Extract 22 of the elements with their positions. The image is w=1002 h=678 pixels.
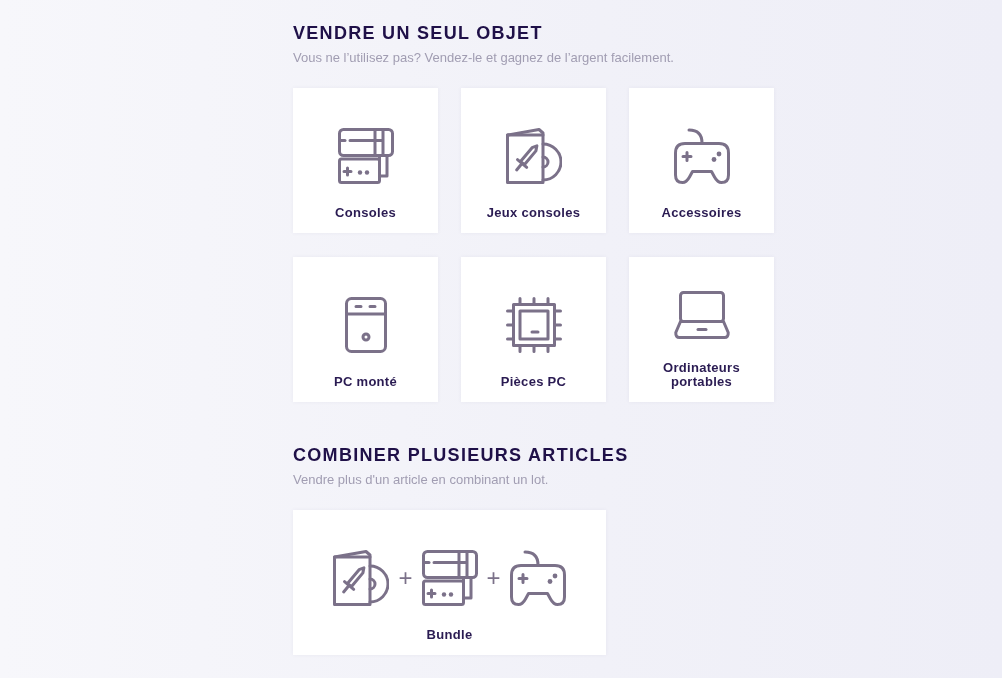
category-card[interactable]: Jeux consoles <box>461 88 606 233</box>
section-title: COMBINER PLUSIEURS ARTICLES <box>293 444 629 466</box>
plus-sign: + <box>486 566 501 590</box>
pc-tower-icon <box>344 297 387 353</box>
gamepad-icon <box>673 128 730 184</box>
game-case-disc-icon <box>505 128 562 184</box>
game-case-disc-icon <box>333 550 390 606</box>
section-subtitle: Vous ne l’utilisez pas? Vendez-le et gagnez de l’argent facilement. <box>293 50 675 66</box>
category-card[interactable]: Consoles <box>293 88 438 233</box>
category-card[interactable]: Accessoires <box>629 88 774 233</box>
category-card[interactable]: Pièces PC <box>461 257 606 402</box>
laptop-icon <box>673 291 730 339</box>
gamepad-icon <box>509 550 566 606</box>
section-title: VENDRE UN SEUL OBJET <box>293 22 543 44</box>
section-subtitle: Vendre plus d'un article en combinant un lot. <box>293 472 550 488</box>
category-card[interactable]: + + Bundle <box>293 510 606 655</box>
plus-sign: + <box>398 566 413 590</box>
chip-icon <box>505 297 562 353</box>
game-console-icon <box>421 550 478 606</box>
category-card[interactable]: Ordinateurs portables <box>629 257 774 402</box>
category-card[interactable]: PC monté <box>293 257 438 402</box>
game-console-icon <box>337 128 394 184</box>
